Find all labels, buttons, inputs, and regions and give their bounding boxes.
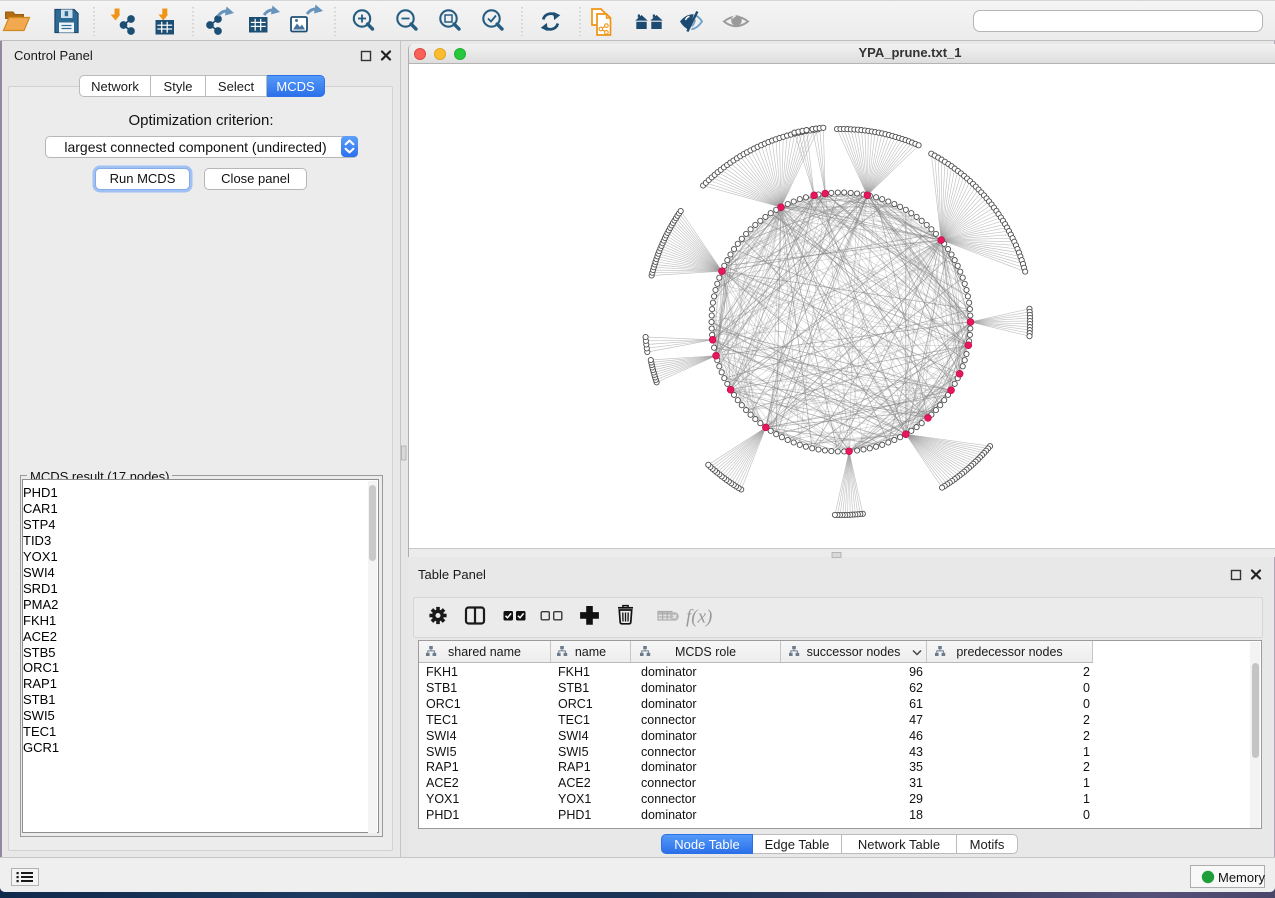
svg-text:f(x): f(x)	[686, 607, 712, 628]
